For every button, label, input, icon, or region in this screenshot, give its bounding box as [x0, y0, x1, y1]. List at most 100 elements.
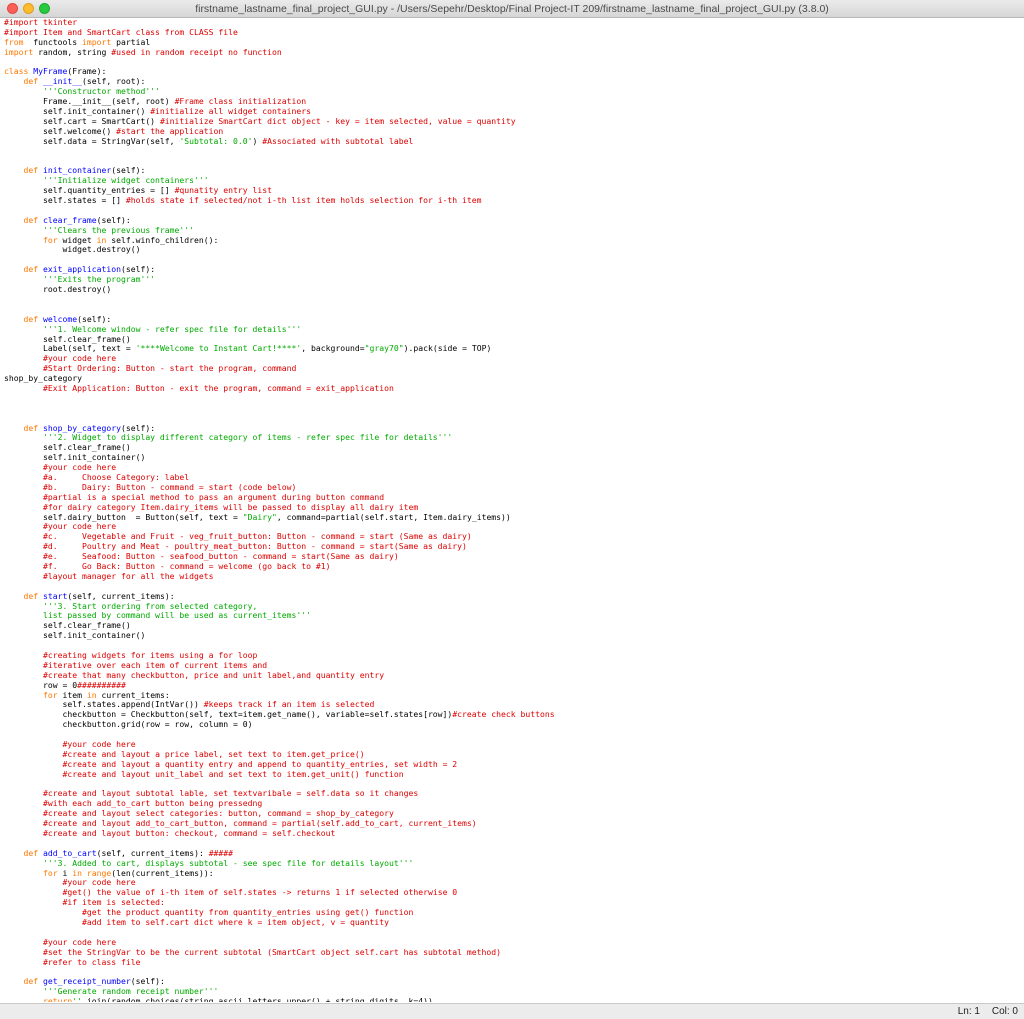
code-token: item [57, 689, 87, 700]
code-token: (self): [77, 313, 112, 324]
code-token: #start the application [116, 125, 224, 136]
code-token: '''1. Welcome window - refer spec file f… [42, 323, 302, 334]
code-token: #a. Choose Category: label [42, 471, 190, 482]
code-token: #your code here [42, 936, 117, 947]
code-token: '''Initialize widget containers''' [42, 175, 209, 186]
code-token: #initialize SmartCart dict object - key … [159, 115, 516, 126]
code-text[interactable]: #import tkinter #import Item and SmartCar… [4, 18, 555, 1002]
code-token: for [42, 689, 58, 700]
code-token: (len(current_items)): [111, 867, 214, 878]
code-token: def [23, 976, 39, 987]
code-token: #d. Poultry and Meat - poultry_meat_butt… [42, 541, 467, 552]
code-line[interactable] [4, 147, 555, 157]
code-token: #holds state if selected/not i-th list i… [125, 195, 482, 206]
code-line[interactable]: self.init_container() [4, 630, 555, 641]
code-token: (self, current_items): [67, 590, 175, 601]
code-token: #used in random receipt no function [111, 46, 282, 57]
code-line[interactable]: self.data = StringVar(self, 'Subtotal: 0… [4, 136, 555, 147]
code-token: random, string [33, 46, 112, 57]
code-token: #Start Ordering: Button - start the prog… [42, 363, 297, 374]
code-token: def [23, 76, 39, 87]
code-token: #get() the value of i-th item of self.st… [62, 887, 458, 898]
code-token: self.welcome() [4, 125, 117, 136]
code-token: #create and layout add_to_cart_button, c… [42, 818, 477, 829]
code-token: #create and layout button: checkout, com… [42, 828, 336, 839]
code-line[interactable]: #create and layout unit_label and set te… [4, 768, 555, 780]
code-token: '' [72, 996, 82, 1002]
code-token: add_to_cart [43, 847, 97, 858]
code-line[interactable]: #Start Ordering: Button - start the prog… [4, 363, 555, 374]
code-line[interactable]: #layout manager for all the widgets [4, 571, 555, 582]
code-token: #create check buttons [452, 709, 555, 720]
code-token: (self): [96, 214, 131, 225]
code-editor[interactable]: #import tkinter #import Item and SmartCar… [0, 18, 1024, 1002]
code-token: self.quantity_entries = [] [4, 185, 175, 196]
code-token: #your code here [42, 462, 117, 473]
code-line[interactable]: self.states = [] #holds state if selecte… [4, 195, 555, 206]
code-token: (self): [130, 976, 165, 987]
code-token: (self): [120, 422, 156, 433]
code-token: '''Generate random receipt number''' [42, 986, 219, 997]
code-token: #your code here [62, 877, 136, 888]
code-token: #get the product quantity from quantity_… [81, 907, 414, 918]
code-token: #your code here [42, 521, 117, 532]
code-token: #c. Vegetable and Fruit - veg_fruit_butt… [42, 531, 472, 542]
code-line[interactable]: #refer to class file [4, 956, 555, 968]
code-line[interactable]: #Exit Application: Button - exit the pro… [4, 383, 555, 394]
code-token: def [23, 214, 39, 225]
code-token: from [4, 36, 24, 47]
code-line[interactable]: import random, string #used in random re… [4, 46, 555, 58]
code-token: (self, root): [81, 76, 146, 87]
code-token: #your code here [42, 353, 117, 364]
code-token: widget.destroy() [4, 244, 141, 255]
code-token: #refer to class file [42, 956, 141, 967]
code-token: '''Exits the program''' [42, 274, 156, 285]
code-token: #add item to self.cart dict where k = it… [81, 917, 389, 928]
code-line[interactable]: root.destroy() [4, 284, 555, 295]
code-token: #import Item and SmartCart class from CL… [4, 26, 238, 37]
code-line[interactable] [4, 404, 555, 414]
code-token: (self, current_items): [96, 847, 209, 858]
code-token: ##### [208, 847, 234, 858]
code-line[interactable]: #create and layout button: checkout, com… [4, 828, 555, 839]
code-token: .join(random.choices(string.ascii_letter… [81, 996, 433, 1002]
code-token: def [23, 590, 39, 601]
code-token: range [86, 867, 112, 878]
code-line[interactable]: #add item to self.cart dict where k = it… [4, 917, 555, 928]
code-token: list passed by command will be used as c… [42, 610, 311, 621]
code-line[interactable]: widget.destroy() [4, 245, 555, 255]
code-token: #create and layout unit_label and set te… [62, 768, 404, 779]
code-line[interactable] [4, 295, 555, 305]
code-token: clear_frame [43, 214, 97, 225]
code-line[interactable] [4, 394, 555, 404]
code-token: return [42, 996, 73, 1002]
code-token: (self): [111, 165, 146, 176]
title-bar[interactable]: firstname_lastname_final_project_GUI.py … [0, 0, 1024, 18]
code-token: Frame.__init__(self, root) [4, 96, 175, 107]
code-token: self.clear_frame() [4, 442, 131, 453]
code-token: #keeps track if an item is selected [203, 699, 375, 710]
code-token: self.cart = SmartCart() [4, 115, 160, 126]
code-line[interactable]: checkbutton.grid(row = row, column = 0) [4, 719, 555, 730]
code-line[interactable]: return''.join(random.choices(string.asci… [4, 996, 555, 1002]
code-token: __init__ [43, 76, 82, 87]
